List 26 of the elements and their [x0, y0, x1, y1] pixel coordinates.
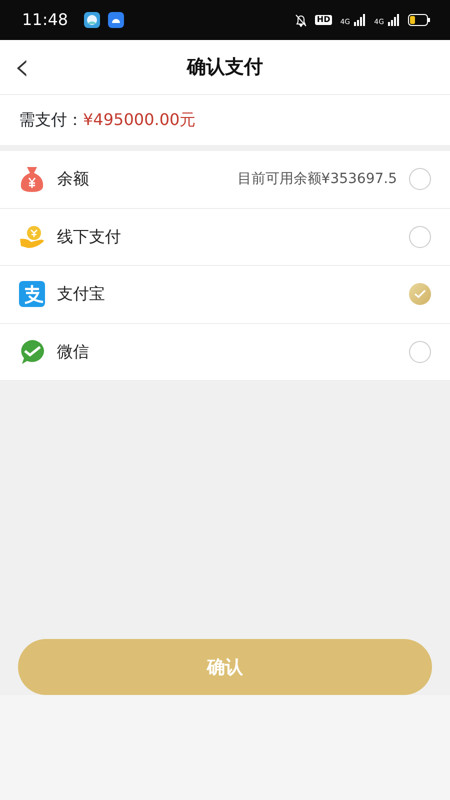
signal-icon [388, 14, 400, 26]
radio-button[interactable] [409, 168, 431, 190]
android-app-icon [108, 12, 124, 28]
battery-icon [408, 14, 430, 26]
method-name: 余额 [57, 168, 89, 190]
check-icon [414, 289, 426, 300]
money-bag-icon [19, 165, 45, 194]
status-time: 11:48 [22, 9, 68, 31]
back-button[interactable]: ‹ [0, 47, 44, 87]
amount-label: 需支付： [19, 109, 83, 131]
app-icon [84, 12, 100, 28]
hand-coin-icon [19, 224, 45, 249]
amount-value: ¥495000.00元 [83, 109, 196, 131]
signal-icon [354, 14, 366, 26]
balance-note: 目前可用余额¥353697.5 [237, 170, 397, 189]
radio-button[interactable] [409, 283, 431, 306]
mute-bell-icon [294, 14, 307, 26]
alipay-logo-icon [19, 281, 45, 308]
method-name: 微信 [57, 340, 89, 363]
page-title: 确认支付 [187, 54, 263, 80]
hd-badge: HD [314, 15, 332, 25]
method-name: 支付宝 [57, 283, 105, 306]
chat-bubble-check-icon [19, 338, 45, 365]
method-name: 线下支付 [57, 226, 121, 248]
radio-button[interactable] [409, 340, 431, 363]
radio-button[interactable] [409, 226, 431, 248]
